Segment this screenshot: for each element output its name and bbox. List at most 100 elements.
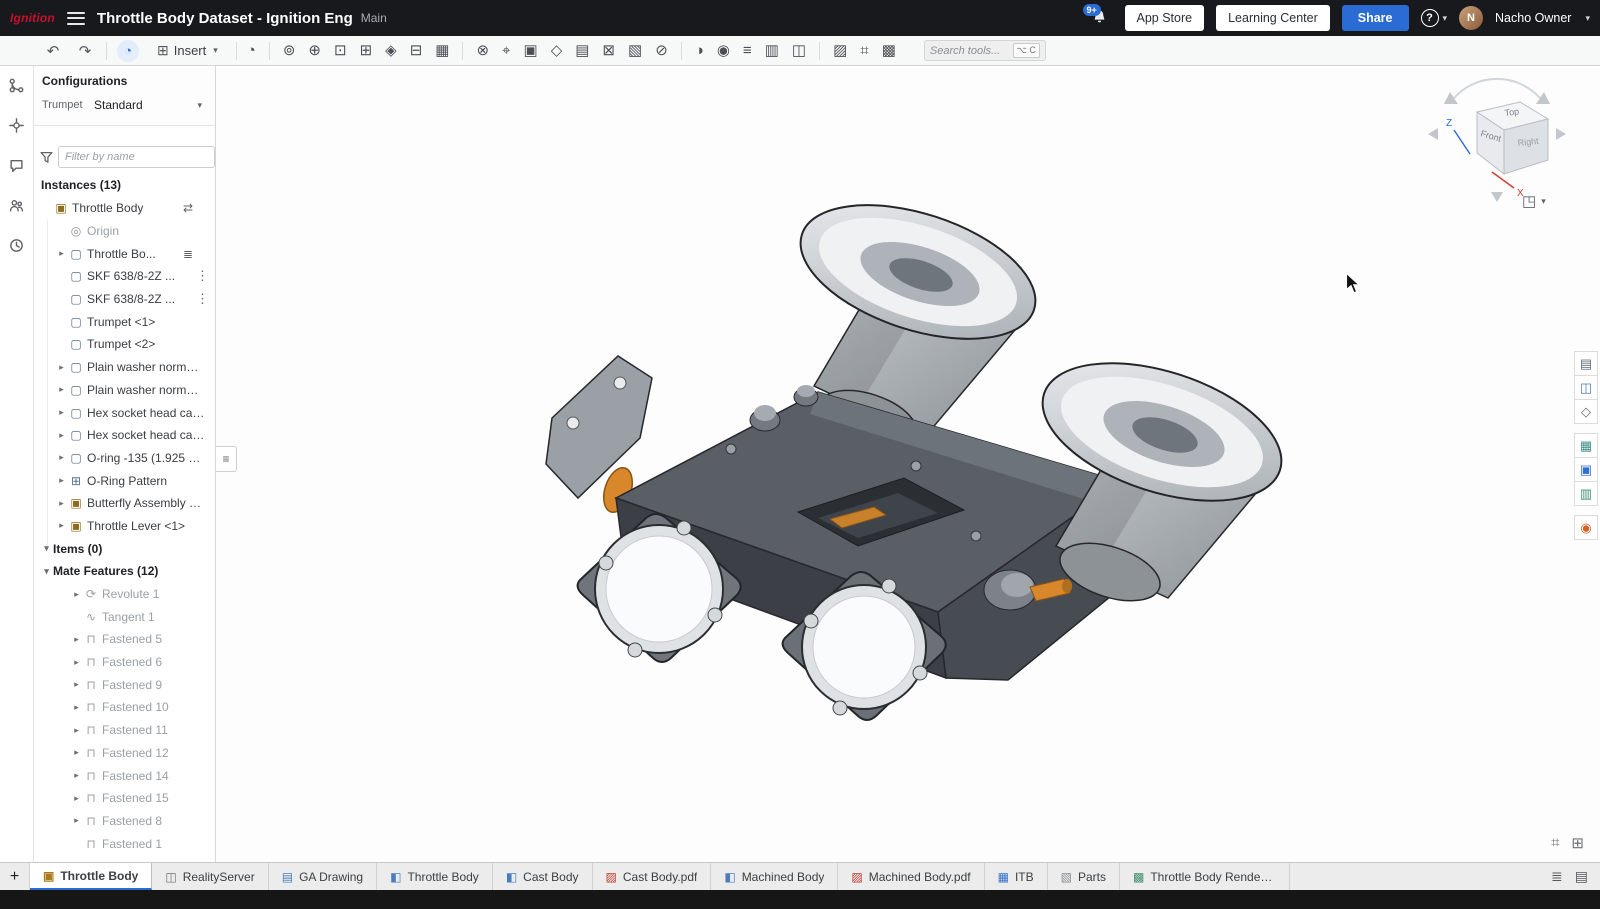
expand-arrow-icon[interactable]: ▸ bbox=[55, 520, 68, 531]
avatar[interactable]: N bbox=[1459, 6, 1483, 30]
tree-row[interactable]: ▸⊓Fastened 9 bbox=[34, 673, 215, 696]
tree-row[interactable]: ▸▣Throttle Lever <1> bbox=[34, 515, 215, 538]
tree-row[interactable]: ◎Origin bbox=[34, 220, 215, 243]
named-positions-icon[interactable]: ▤ bbox=[575, 43, 589, 58]
pattern-icon[interactable]: ⊟ bbox=[410, 43, 423, 58]
collaborators-icon[interactable] bbox=[6, 194, 28, 216]
expand-arrow-icon[interactable]: ▸ bbox=[70, 725, 83, 736]
tree-section-header[interactable]: ▾Items (0) bbox=[34, 537, 215, 560]
filter-input[interactable] bbox=[58, 146, 215, 168]
expand-arrow-icon[interactable]: ▸ bbox=[70, 657, 83, 668]
sync-icon[interactable]: ⇄ bbox=[183, 201, 193, 215]
versions-icon[interactable]: ◇ bbox=[1574, 399, 1598, 424]
pan-down-arrow-icon[interactable] bbox=[1491, 192, 1503, 202]
expand-arrow-icon[interactable]: ▸ bbox=[70, 702, 83, 713]
mate-connector-icon[interactable]: ⊡ bbox=[334, 43, 347, 58]
expand-arrow-icon[interactable]: ▸ bbox=[70, 679, 83, 690]
expand-arrow-icon[interactable]: ▸ bbox=[70, 793, 83, 804]
analysis-icon[interactable]: ▩ bbox=[882, 43, 896, 58]
mirror-icon[interactable]: ▦ bbox=[435, 43, 449, 58]
panel-resize-handle[interactable]: ≡ bbox=[216, 446, 237, 472]
transform-icon[interactable]: ⊘ bbox=[655, 43, 668, 58]
tree-row[interactable]: ▸⊓Fastened 14 bbox=[34, 764, 215, 787]
throttle-body-model[interactable] bbox=[216, 66, 1600, 862]
bom-icon[interactable]: ▥ bbox=[1574, 481, 1598, 506]
dots-icon[interactable]: ⋮ bbox=[196, 268, 209, 284]
expand-arrow-icon[interactable]: ▸ bbox=[55, 362, 68, 373]
tab-ga-drawing[interactable]: ▤GA Drawing bbox=[269, 863, 377, 890]
help-lifesaver-icon[interactable]: ◉ bbox=[1574, 515, 1598, 540]
linear-pattern-icon[interactable]: ⊞ bbox=[360, 43, 373, 58]
view-options-menu[interactable]: ◳ ▾ bbox=[1522, 192, 1546, 210]
tree-row[interactable]: ▸▣Butterfly Assembly <1> bbox=[34, 492, 215, 515]
display-states-icon[interactable]: ▣ bbox=[1574, 457, 1598, 482]
comment-icon[interactable]: ⌗ bbox=[860, 43, 868, 58]
tab-throttle-body[interactable]: ◧Throttle Body bbox=[377, 863, 493, 890]
expand-arrow-icon[interactable]: ▸ bbox=[70, 815, 83, 826]
tab-manager-icon[interactable]: ▤ bbox=[1575, 868, 1588, 885]
configurations-icon[interactable]: ▦ bbox=[1574, 433, 1598, 458]
expand-arrow-icon[interactable]: ▸ bbox=[70, 589, 83, 600]
insert-button[interactable]: ⊞ Insert ▾ bbox=[149, 39, 226, 62]
mate-icon[interactable]: ◔ bbox=[247, 43, 256, 58]
expand-arrow-icon[interactable]: ▾ bbox=[40, 543, 53, 554]
tree-row[interactable]: ⊓Fastened 1 bbox=[34, 832, 215, 855]
appearance-icon[interactable]: ▧ bbox=[628, 43, 642, 58]
tree-row[interactable]: ▸▢Throttle Bo...≣ bbox=[34, 242, 215, 265]
tree-row[interactable]: ▸▢Plain washer normal g... bbox=[34, 356, 215, 379]
grid-settings-icon[interactable]: ⌗ bbox=[1551, 834, 1559, 852]
expand-arrow-icon[interactable]: ▸ bbox=[55, 430, 68, 441]
expand-arrow-icon[interactable]: ▾ bbox=[40, 566, 53, 577]
rotate-cw-arrow-icon[interactable] bbox=[1536, 92, 1550, 104]
tab-machined-body-pdf[interactable]: ▨Machined Body.pdf bbox=[838, 863, 984, 890]
add-tab-button[interactable]: + bbox=[0, 863, 30, 890]
expand-arrow-icon[interactable]: ▸ bbox=[55, 384, 68, 395]
workspace-label[interactable]: Main bbox=[361, 11, 387, 25]
expand-arrow-icon[interactable]: ▸ bbox=[55, 498, 68, 509]
app-store-button[interactable]: App Store bbox=[1125, 5, 1205, 32]
rotate-ccw-arrow-icon[interactable] bbox=[1444, 92, 1458, 104]
mate-values-icon[interactable] bbox=[6, 114, 28, 136]
history-icon[interactable] bbox=[6, 234, 28, 256]
versions-graph-icon[interactable] bbox=[6, 74, 28, 96]
list-icon[interactable]: ≣ bbox=[183, 247, 193, 261]
tab-overflow-icon[interactable]: ≣ bbox=[1551, 868, 1563, 885]
undo-icon[interactable]: ↶ bbox=[42, 42, 64, 60]
company-logo[interactable]: Ignition bbox=[10, 11, 55, 25]
parts-list-icon[interactable]: ◫ bbox=[1574, 375, 1598, 400]
filter-icon[interactable] bbox=[40, 149, 53, 165]
3d-viewport[interactable]: Top Front Right Z X ◳ ▾ ⌗ ⊞ bbox=[216, 66, 1600, 862]
tree-row[interactable]: ▣Throttle Body⇄ bbox=[34, 197, 215, 220]
tree-row[interactable]: ▢SKF 638/8-2Z ...⋮ bbox=[34, 288, 215, 311]
user-menu-chevron-icon[interactable]: ▾ bbox=[1585, 13, 1590, 24]
tree-row[interactable]: ▸⊓Fastened 6 bbox=[34, 651, 215, 674]
sheet-icon[interactable]: ▨ bbox=[833, 43, 847, 58]
snapshot-icon[interactable]: ◇ bbox=[551, 43, 563, 58]
config-value-dropdown[interactable]: Standard ▾ bbox=[88, 94, 208, 116]
mass-properties-icon[interactable]: ≡ bbox=[743, 43, 752, 58]
expand-arrow-icon[interactable]: ▸ bbox=[70, 770, 83, 781]
tree-row[interactable]: ▢SKF 638/8-2Z ...⋮ bbox=[34, 265, 215, 288]
share-button[interactable]: Share bbox=[1342, 5, 1409, 32]
expand-arrow-icon[interactable]: ▸ bbox=[55, 452, 68, 463]
drawing-icon[interactable]: ◫ bbox=[792, 43, 806, 58]
tree-row[interactable]: ∿Tangent 1 bbox=[34, 605, 215, 628]
expand-arrow-icon[interactable]: ▸ bbox=[70, 747, 83, 758]
tab-realityserver[interactable]: ◫RealityServer bbox=[152, 863, 268, 890]
tree-row[interactable]: ▸▢O-ring -135 (1.925 x 0... bbox=[34, 447, 215, 470]
tab-cast-body-pdf[interactable]: ▨Cast Body.pdf bbox=[593, 863, 712, 890]
tree-row[interactable]: ▢Trumpet <2> bbox=[34, 333, 215, 356]
view-modes-icon[interactable]: ⊞ bbox=[1571, 834, 1584, 852]
circular-pattern-icon[interactable]: ◈ bbox=[385, 43, 397, 58]
tree-row[interactable]: ▸⊓Fastened 11 bbox=[34, 719, 215, 742]
group-icon[interactable]: ⊚ bbox=[283, 43, 296, 58]
explode-icon[interactable]: ▣ bbox=[524, 43, 538, 58]
tree-row[interactable]: ▸▢Plain washer normal g... bbox=[34, 379, 215, 402]
comments-icon[interactable] bbox=[6, 154, 28, 176]
tab-throttle-body-renderin-[interactable]: ▩Throttle Body Renderin... bbox=[1120, 863, 1290, 890]
tree-section-header[interactable]: ▾Mate Features (12) bbox=[34, 560, 215, 583]
view-cube[interactable]: Top Front Right Z X bbox=[1422, 74, 1572, 214]
bom-icon[interactable]: ▥ bbox=[765, 43, 779, 58]
tab-itb[interactable]: ▦ITB bbox=[985, 863, 1048, 890]
pan-right-arrow-icon[interactable] bbox=[1556, 128, 1566, 140]
